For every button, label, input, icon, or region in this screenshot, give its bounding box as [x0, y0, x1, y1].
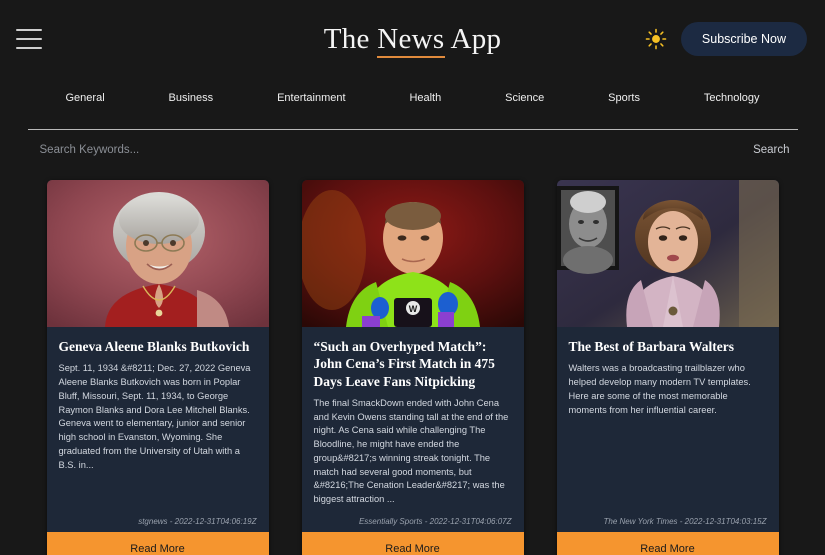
nav-item-general[interactable]: General [64, 88, 107, 108]
news-card-image [556, 180, 779, 327]
app-header: The News App Subscribe Now [0, 0, 825, 78]
hamburger-bar [16, 38, 42, 40]
news-card-grid: Geneva Aleene Blanks Butkovich Sept. 11,… [0, 180, 825, 555]
news-card[interactable]: Geneva Aleene Blanks Butkovich Sept. 11,… [46, 180, 269, 555]
news-card[interactable]: W “Such an Overhyped Match”: John Cena’s… [301, 180, 524, 555]
news-card-description: Sept. 11, 1934 &#8211; Dec. 27, 2022 Gen… [58, 363, 251, 470]
nav-item-sports[interactable]: Sports [606, 88, 642, 108]
news-card-meta: stgnews - 2022-12-31T04:06:19Z [138, 516, 257, 526]
app-title-accent: News [377, 22, 445, 58]
news-card-title: “Such an Overhyped Match”: John Cena’s F… [313, 339, 495, 389]
read-more-button[interactable]: Read More [301, 531, 524, 555]
subscribe-button[interactable]: Subscribe Now [680, 21, 807, 57]
news-card-description: Walters was a broadcasting trailblazer w… [568, 363, 751, 415]
svg-text:W: W [408, 304, 417, 314]
news-card-body: The Best of Barbara Walters Walters was … [557, 327, 779, 532]
search-button[interactable]: Search [745, 140, 797, 160]
hamburger-bar [16, 47, 42, 49]
portrait-barbara-walters-image [556, 180, 779, 327]
nav-item-business[interactable]: Business [167, 88, 216, 108]
news-card-meta: The New York Times - 2022-12-31T04:03:15… [603, 516, 767, 526]
nav-item-technology[interactable]: Technology [702, 88, 762, 108]
news-card[interactable]: The Best of Barbara Walters Walters was … [556, 180, 779, 555]
news-card-body: Geneva Aleene Blanks Butkovich Sept. 11,… [47, 327, 269, 532]
news-card-title: The Best of Barbara Walters [568, 339, 735, 354]
hamburger-menu-icon[interactable] [16, 29, 42, 49]
portrait-john-cena-image: W [301, 180, 524, 327]
news-card-image: W [301, 180, 524, 327]
read-more-button[interactable]: Read More [556, 531, 779, 555]
news-card-image [46, 180, 269, 327]
search-input[interactable] [27, 140, 746, 160]
nav-item-health[interactable]: Health [407, 88, 443, 108]
nav-item-science[interactable]: Science [503, 88, 546, 108]
read-more-button[interactable]: Read More [46, 531, 269, 555]
app-title-suffix: App [444, 22, 502, 55]
news-card-title: Geneva Aleene Blanks Butkovich [58, 339, 250, 354]
news-card-meta: Essentially Sports - 2022-12-31T04:06:07… [358, 516, 512, 526]
portrait-elderly-woman-image [46, 180, 269, 327]
app-title[interactable]: The News App [323, 22, 502, 58]
news-card-description: The final SmackDown ended with John Cena… [313, 397, 509, 505]
sun-icon[interactable] [645, 28, 667, 50]
news-card-body: “Such an Overhyped Match”: John Cena’s F… [302, 327, 524, 532]
hamburger-bar [16, 29, 42, 31]
search-bar: Search [27, 129, 798, 160]
nav-item-entertainment[interactable]: Entertainment [275, 88, 347, 108]
app-title-prefix: The [323, 22, 378, 55]
header-actions: Subscribe Now [645, 21, 807, 57]
category-nav: General Business Entertainment Health Sc… [18, 78, 808, 108]
